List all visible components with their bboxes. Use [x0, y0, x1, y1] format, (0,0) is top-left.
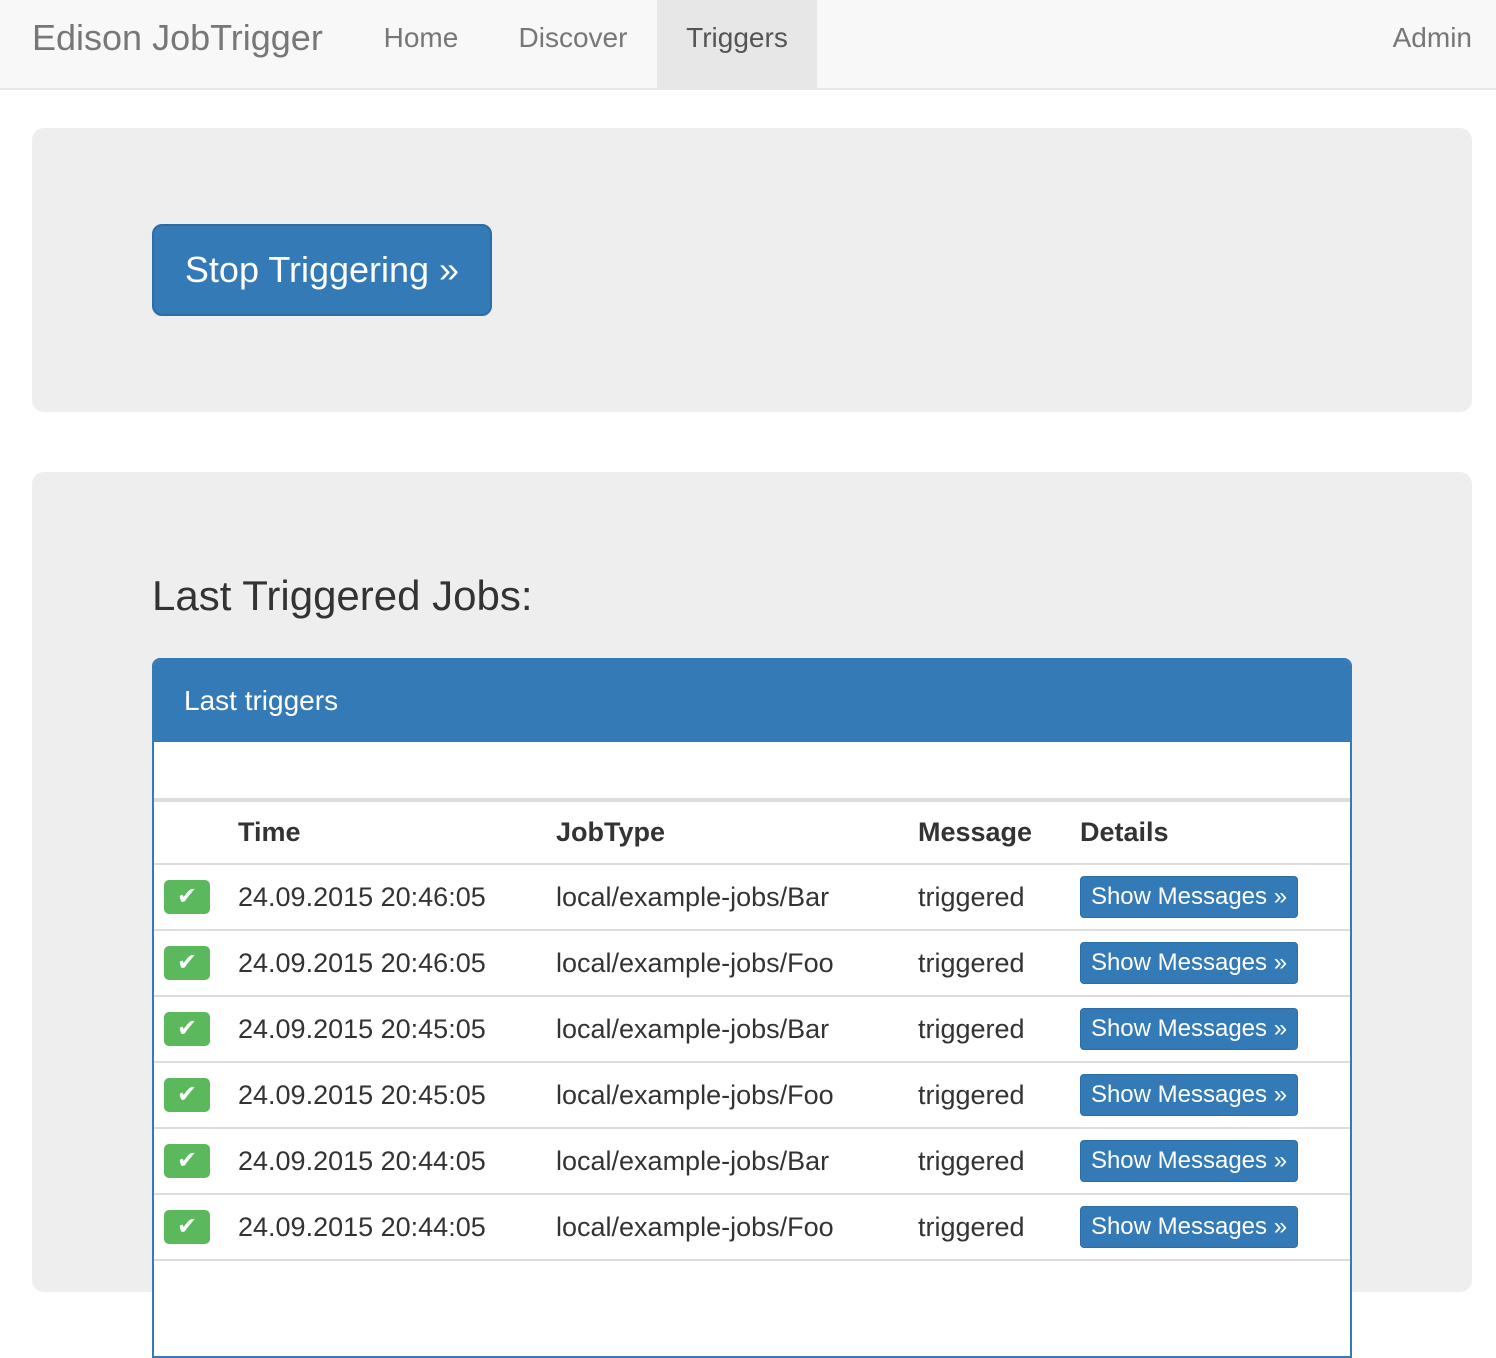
- table-header-row: Time JobType Message Details: [154, 802, 1350, 865]
- last-jobs-section: Last Triggered Jobs: Last triggers Time …: [32, 472, 1472, 1358]
- table-row: ✔ 24.09.2015 20:45:05 local/example-jobs…: [154, 1062, 1350, 1129]
- brand-link[interactable]: Edison JobTrigger: [32, 0, 323, 88]
- stop-triggering-button[interactable]: Stop Triggering »: [152, 224, 492, 316]
- section-title: Last Triggered Jobs:: [152, 572, 533, 619]
- cell-time: 24.09.2015 20:44:05: [238, 1194, 556, 1261]
- column-header-message: Message: [918, 802, 1080, 865]
- table-row: ✔ 24.09.2015 20:44:05 local/example-jobs…: [154, 1194, 1350, 1261]
- cell-jobtype: local/example-jobs/Foo: [556, 930, 918, 997]
- column-header-time: Time: [238, 802, 556, 865]
- table-row: ✔ 24.09.2015 20:46:05 local/example-jobs…: [154, 864, 1350, 931]
- cell-time: 24.09.2015 20:45:05: [238, 996, 556, 1063]
- check-icon: ✔: [164, 880, 210, 914]
- table-row: ✔ 24.09.2015 20:45:05 local/example-jobs…: [154, 996, 1350, 1063]
- top-navbar: Edison JobTrigger Home Discover Triggers…: [0, 0, 1496, 90]
- cell-jobtype: local/example-jobs/Foo: [556, 1194, 918, 1261]
- panel-body: [154, 742, 1350, 802]
- show-messages-button[interactable]: Show Messages »: [1080, 1074, 1298, 1116]
- check-icon: ✔: [164, 1012, 210, 1046]
- show-messages-button[interactable]: Show Messages »: [1080, 1140, 1298, 1182]
- cell-time: 24.09.2015 20:44:05: [238, 1128, 556, 1195]
- show-messages-button[interactable]: Show Messages »: [1080, 1206, 1298, 1248]
- cell-time: 24.09.2015 20:45:05: [238, 1062, 556, 1129]
- cell-jobtype: local/example-jobs/Bar: [556, 996, 918, 1063]
- nav-home[interactable]: Home: [354, 0, 488, 88]
- show-messages-button[interactable]: Show Messages »: [1080, 876, 1298, 918]
- column-header-status: [154, 802, 238, 865]
- panel-heading: Last triggers: [154, 660, 1350, 742]
- table-row: ✔ 24.09.2015 20:46:05 local/example-jobs…: [154, 930, 1350, 997]
- show-messages-button[interactable]: Show Messages »: [1080, 1008, 1298, 1050]
- table-row: ✔ 24.09.2015 20:44:05 local/example-jobs…: [154, 1128, 1350, 1195]
- cell-message: triggered: [918, 1062, 1080, 1129]
- cell-message: triggered: [918, 1194, 1080, 1261]
- column-header-jobtype: JobType: [556, 802, 918, 865]
- trigger-control-panel: Stop Triggering »: [32, 128, 1472, 412]
- cell-message: triggered: [918, 930, 1080, 997]
- cell-jobtype: local/example-jobs/Bar: [556, 1128, 918, 1195]
- cell-time: 24.09.2015 20:46:05: [238, 930, 556, 997]
- check-icon: ✔: [164, 946, 210, 980]
- check-icon: ✔: [164, 1210, 210, 1244]
- last-triggers-panel: Last triggers Time JobType Message Detai…: [152, 658, 1352, 1358]
- cell-message: triggered: [918, 864, 1080, 931]
- check-icon: ✔: [164, 1078, 210, 1112]
- column-header-details: Details: [1080, 802, 1350, 865]
- cell-jobtype: local/example-jobs/Bar: [556, 864, 918, 931]
- triggers-table: Time JobType Message Details ✔ 24.09.201…: [154, 802, 1350, 1261]
- cell-message: triggered: [918, 1128, 1080, 1195]
- cell-time: 24.09.2015 20:46:05: [238, 864, 556, 931]
- nav-admin[interactable]: Admin: [1393, 0, 1472, 88]
- check-icon: ✔: [164, 1144, 210, 1178]
- show-messages-button[interactable]: Show Messages »: [1080, 942, 1298, 984]
- cell-jobtype: local/example-jobs/Foo: [556, 1062, 918, 1129]
- nav-triggers[interactable]: Triggers: [657, 0, 817, 88]
- nav-discover[interactable]: Discover: [488, 0, 658, 88]
- cell-message: triggered: [918, 996, 1080, 1063]
